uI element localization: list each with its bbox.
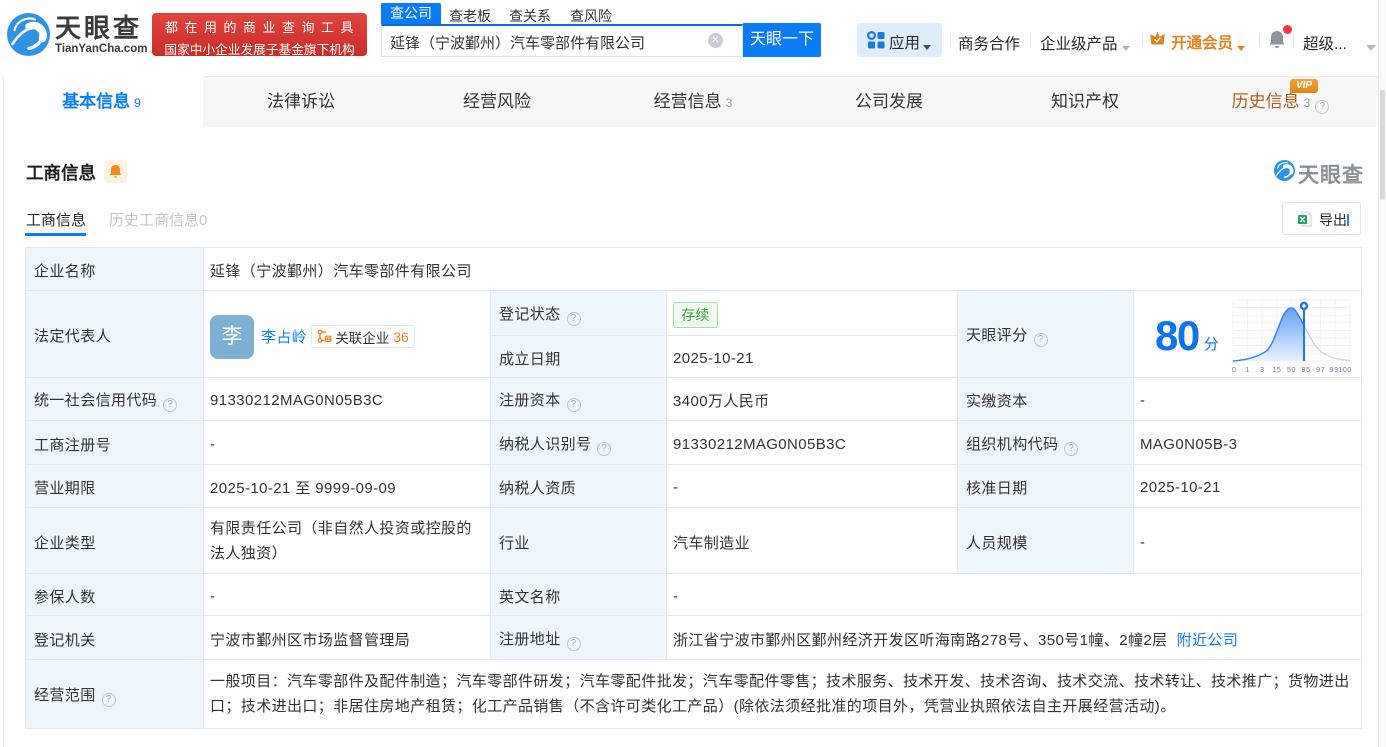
svg-text:企: 企: [326, 335, 332, 343]
svg-text:15: 15: [1272, 365, 1281, 374]
svg-text:100: 100: [1338, 365, 1352, 374]
svg-text:97: 97: [1316, 365, 1325, 374]
svg-text:0: 0: [1232, 365, 1236, 374]
svg-text:50: 50: [1287, 365, 1296, 374]
svg-text:3: 3: [1260, 365, 1265, 374]
svg-text:1: 1: [1245, 365, 1250, 374]
svg-text:85: 85: [1301, 365, 1310, 374]
